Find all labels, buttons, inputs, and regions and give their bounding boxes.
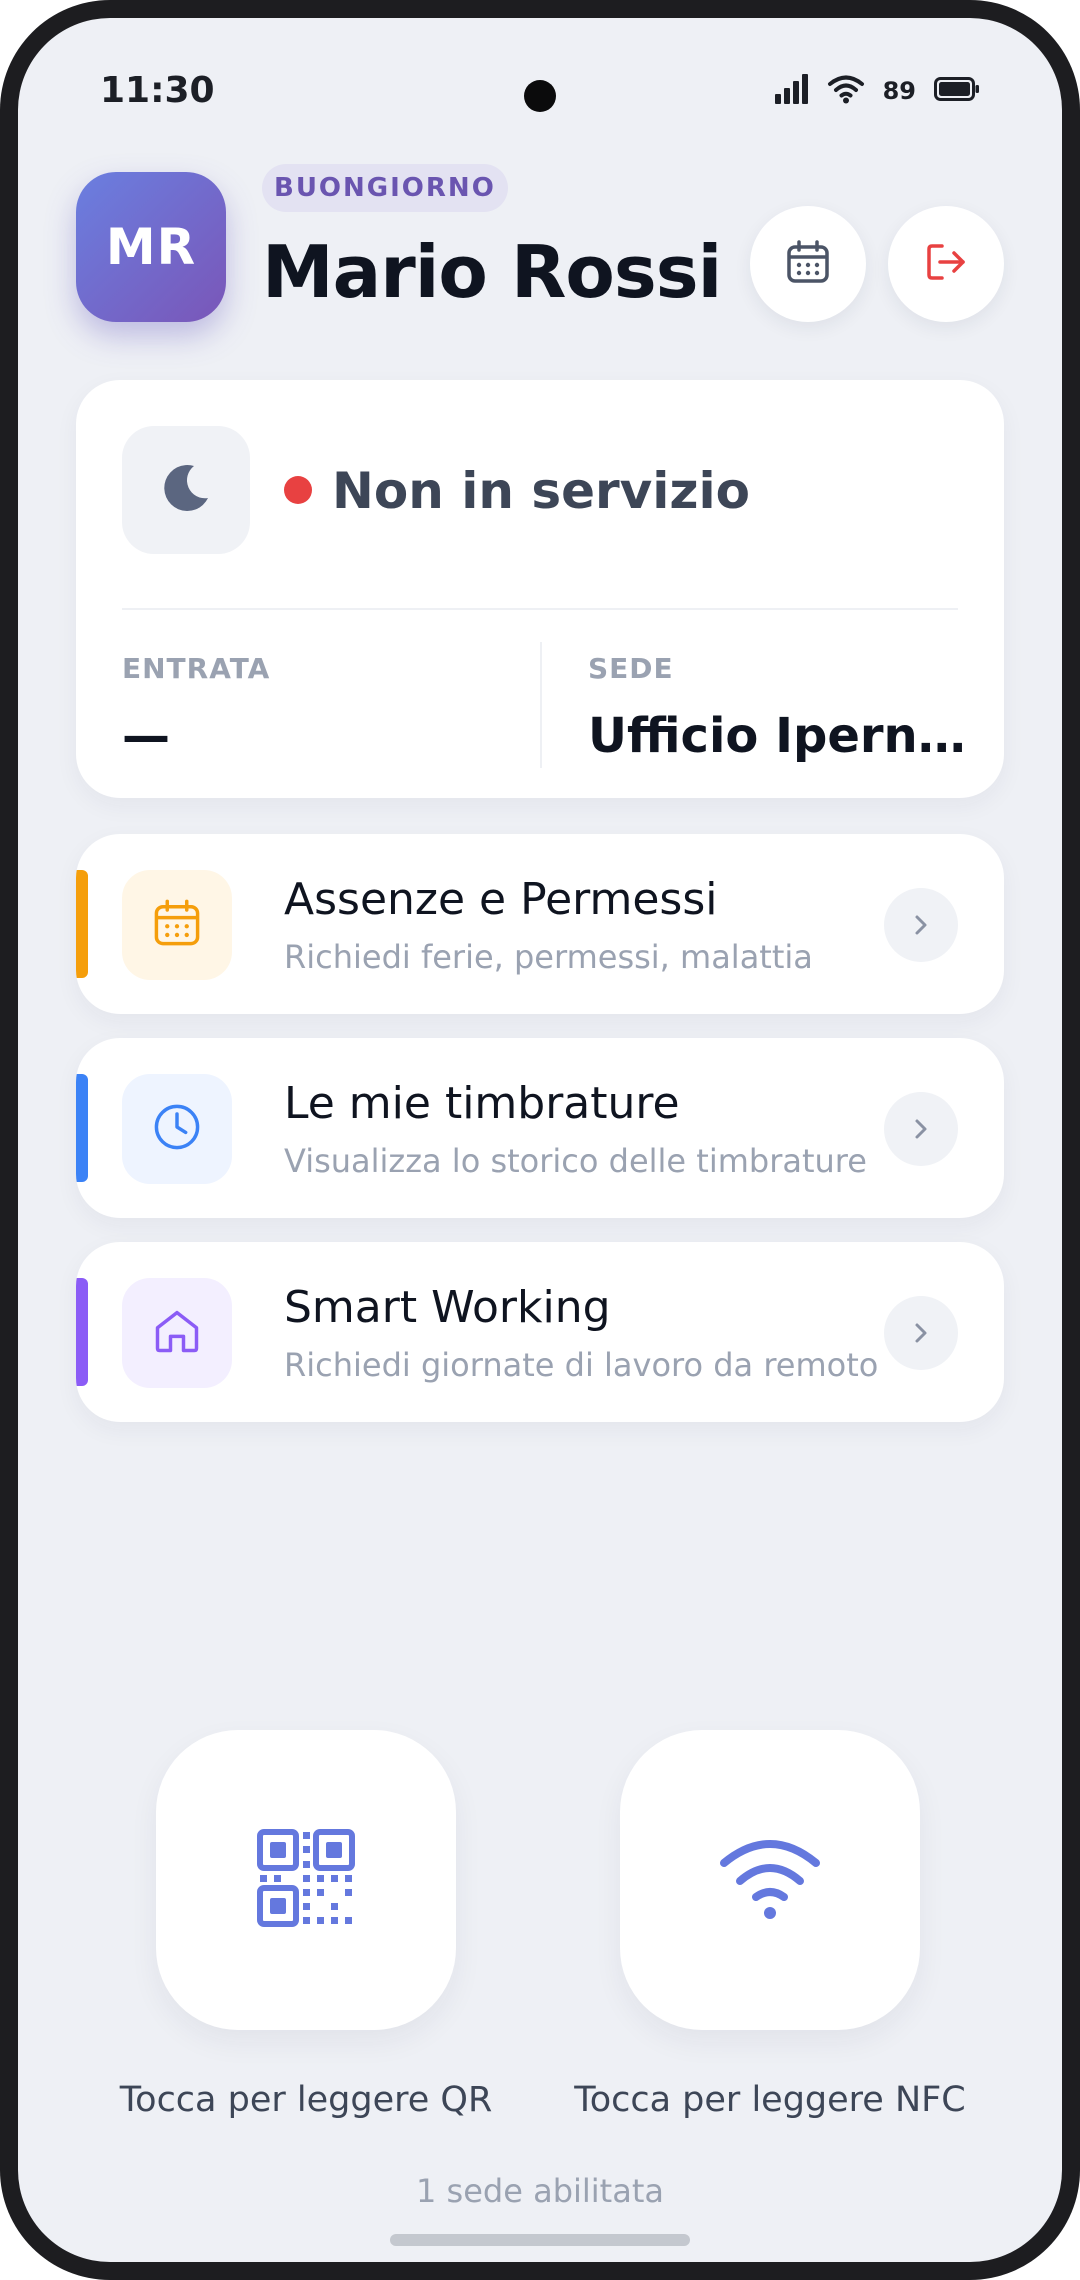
avatar[interactable]: MR	[76, 172, 226, 322]
moon-icon	[158, 460, 214, 520]
nfc-scan-label: Tocca per leggere NFC	[574, 2080, 966, 2120]
battery-level: 89	[882, 77, 916, 105]
chevron-right-icon	[884, 1296, 958, 1370]
greeting-badge: BUONGIORNO	[262, 164, 508, 212]
menu-item-smart-working[interactable]: Smart Working Richiedi giornate di lavor…	[76, 1242, 1004, 1422]
site-value: Ufficio Ipern...	[588, 708, 968, 764]
chevron-right-icon	[884, 888, 958, 962]
entry-label: ENTRATA	[122, 652, 271, 685]
logout-button[interactable]	[888, 206, 1004, 322]
site-label: SEDE	[588, 652, 674, 685]
qr-scan-button[interactable]	[156, 1730, 456, 2030]
menu-item-subtitle: Richiedi giornate di lavoro da remoto	[284, 1346, 879, 1384]
chevron-right-icon	[884, 1092, 958, 1166]
qr-code-icon	[256, 1828, 356, 1932]
nfc-signal-icon	[718, 1833, 822, 1927]
menu-item-subtitle: Richiedi ferie, permessi, malattia	[284, 938, 813, 976]
signal-icon	[774, 74, 809, 108]
status-indicator	[284, 476, 312, 504]
calendar-icon	[151, 897, 203, 953]
menu-item-title: Smart Working	[284, 1282, 611, 1333]
row-accent	[76, 1278, 88, 1386]
qr-scan-label: Tocca per leggere QR	[119, 2080, 493, 2120]
home-indicator[interactable]	[390, 2234, 690, 2246]
front-camera	[524, 80, 556, 112]
app-screen: 11:30 89 MR BUONGIORNO Mario Rossi Non i…	[18, 18, 1062, 2262]
entry-value: —	[122, 708, 170, 764]
row-icon-box	[122, 1278, 232, 1388]
row-icon-box	[122, 1074, 232, 1184]
home-icon	[151, 1305, 203, 1361]
calendar-button[interactable]	[750, 206, 866, 322]
calendar-icon	[784, 238, 832, 290]
row-icon-box	[122, 870, 232, 980]
row-accent	[76, 870, 88, 978]
card-column-divider	[540, 642, 542, 768]
sites-enabled-text: 1 sede abilitata	[416, 2172, 664, 2210]
row-accent	[76, 1074, 88, 1182]
menu-item-assenze[interactable]: Assenze e Permessi Richiedi ferie, perme…	[76, 834, 1004, 1014]
menu-item-timbrature[interactable]: Le mie timbrature Visualizza lo storico …	[76, 1038, 1004, 1218]
wifi-icon	[827, 74, 865, 108]
status-label: Non in servizio	[332, 462, 750, 520]
menu-item-title: Assenze e Permessi	[284, 874, 718, 925]
status-icons: 89	[774, 74, 980, 108]
menu-item-subtitle: Visualizza lo storico delle timbrature	[284, 1142, 867, 1180]
phone-frame: 11:30 89 MR BUONGIORNO Mario Rossi Non i…	[0, 0, 1080, 2280]
menu-item-title: Le mie timbrature	[284, 1078, 680, 1129]
user-name: Mario Rossi	[262, 230, 722, 314]
status-icon-box	[122, 426, 250, 554]
status-card: Non in servizio ENTRATA — SEDE Ufficio I…	[76, 380, 1004, 798]
status-time: 11:30	[100, 70, 215, 111]
battery-icon	[934, 77, 980, 105]
logout-icon	[922, 238, 970, 290]
clock-icon	[151, 1101, 203, 1157]
card-divider	[122, 608, 958, 610]
nfc-scan-button[interactable]	[620, 1730, 920, 2030]
